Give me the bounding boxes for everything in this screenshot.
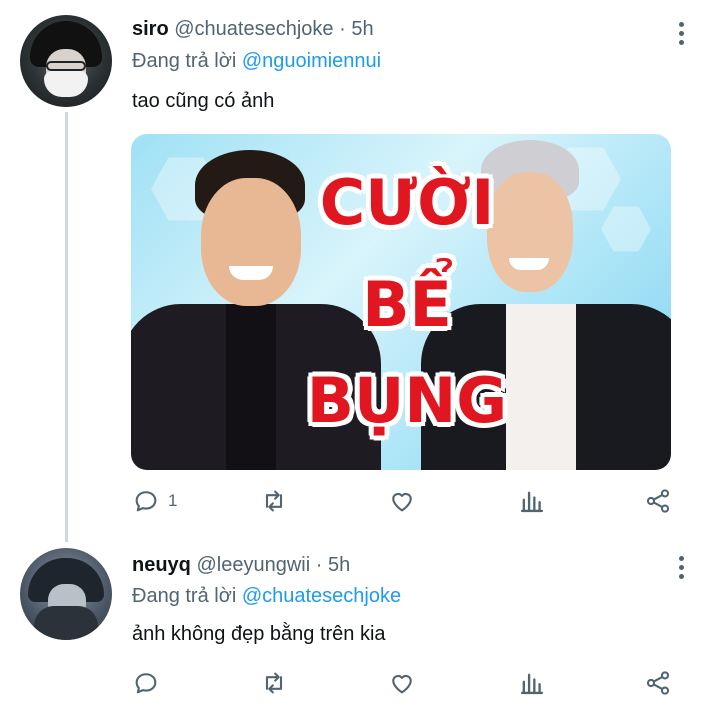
reply-count: 1 xyxy=(168,491,178,510)
avatar[interactable] xyxy=(20,15,112,107)
replying-to: Đang trả lời @chuatesechjoke xyxy=(132,585,401,608)
reply-icon xyxy=(135,491,157,512)
tweet-actions: 1 xyxy=(132,484,692,518)
tweet-text: ảnh không đẹp bằng trên kia xyxy=(132,623,386,645)
replying-to: Đang trả lời @nguoimiennui xyxy=(132,50,381,73)
mention-link[interactable]: @chuatesechjoke xyxy=(242,585,401,607)
timestamp[interactable]: 5h xyxy=(328,554,350,576)
avatar-hand xyxy=(34,606,98,640)
thumbnail-title-line-1: CƯỜI xyxy=(319,166,495,239)
tweet-media-image[interactable]: CƯỜI BỂ BỤNG xyxy=(131,134,671,470)
tweet-neuyq[interactable]: neuyq @leeyungwii · 5h Đang trả lời @chu… xyxy=(0,540,720,713)
analytics-button[interactable] xyxy=(518,666,546,700)
tweet-text: tao cũng có ảnh xyxy=(132,90,275,112)
retweet-icon xyxy=(265,672,283,694)
like-icon xyxy=(392,492,412,512)
mention-link[interactable]: @nguoimiennui xyxy=(242,50,381,72)
analytics-icon xyxy=(520,673,544,695)
share-icon xyxy=(646,489,670,513)
retweet-icon xyxy=(265,490,283,512)
reply-icon xyxy=(135,673,157,694)
share-button[interactable] xyxy=(644,484,672,518)
retweet-button[interactable] xyxy=(260,666,296,700)
thumbnail-title-line-2: BỂ xyxy=(362,268,452,341)
replying-prefix: Đang trả lời xyxy=(132,585,242,607)
tweet-header: neuyq @leeyungwii · 5h xyxy=(132,554,350,577)
separator: · xyxy=(333,18,352,40)
handle[interactable]: @leeyungwii xyxy=(196,554,310,576)
tweet-siro[interactable]: siro @chuatesechjoke · 5h Đang trả lời @… xyxy=(0,0,720,540)
reply-button[interactable]: 1 xyxy=(132,484,177,518)
analytics-button[interactable] xyxy=(518,484,546,518)
avatar[interactable] xyxy=(20,548,112,640)
like-button[interactable] xyxy=(388,484,424,518)
more-options-icon[interactable] xyxy=(676,556,686,582)
reply-button[interactable] xyxy=(132,666,168,700)
avatar-mask xyxy=(44,71,88,97)
display-name[interactable]: neuyq xyxy=(132,554,191,576)
like-button[interactable] xyxy=(388,666,424,700)
like-icon xyxy=(392,674,412,694)
bg-hexagon xyxy=(601,206,651,252)
share-icon xyxy=(646,671,670,695)
replying-prefix: Đang trả lời xyxy=(132,50,242,72)
display-name[interactable]: siro xyxy=(132,18,169,40)
thumbnail-title-line-3: BỤNG xyxy=(306,364,508,437)
separator: · xyxy=(310,554,328,576)
retweet-button[interactable] xyxy=(260,484,296,518)
timestamp[interactable]: 5h xyxy=(351,18,373,40)
avatar-glasses xyxy=(46,61,86,71)
tweet-actions xyxy=(132,666,692,700)
handle[interactable]: @chuatesechjoke xyxy=(174,18,333,40)
analytics-icon xyxy=(520,491,544,513)
more-options-icon[interactable] xyxy=(676,22,686,48)
share-button[interactable] xyxy=(644,666,672,700)
tweet-header: siro @chuatesechjoke · 5h xyxy=(132,18,374,41)
